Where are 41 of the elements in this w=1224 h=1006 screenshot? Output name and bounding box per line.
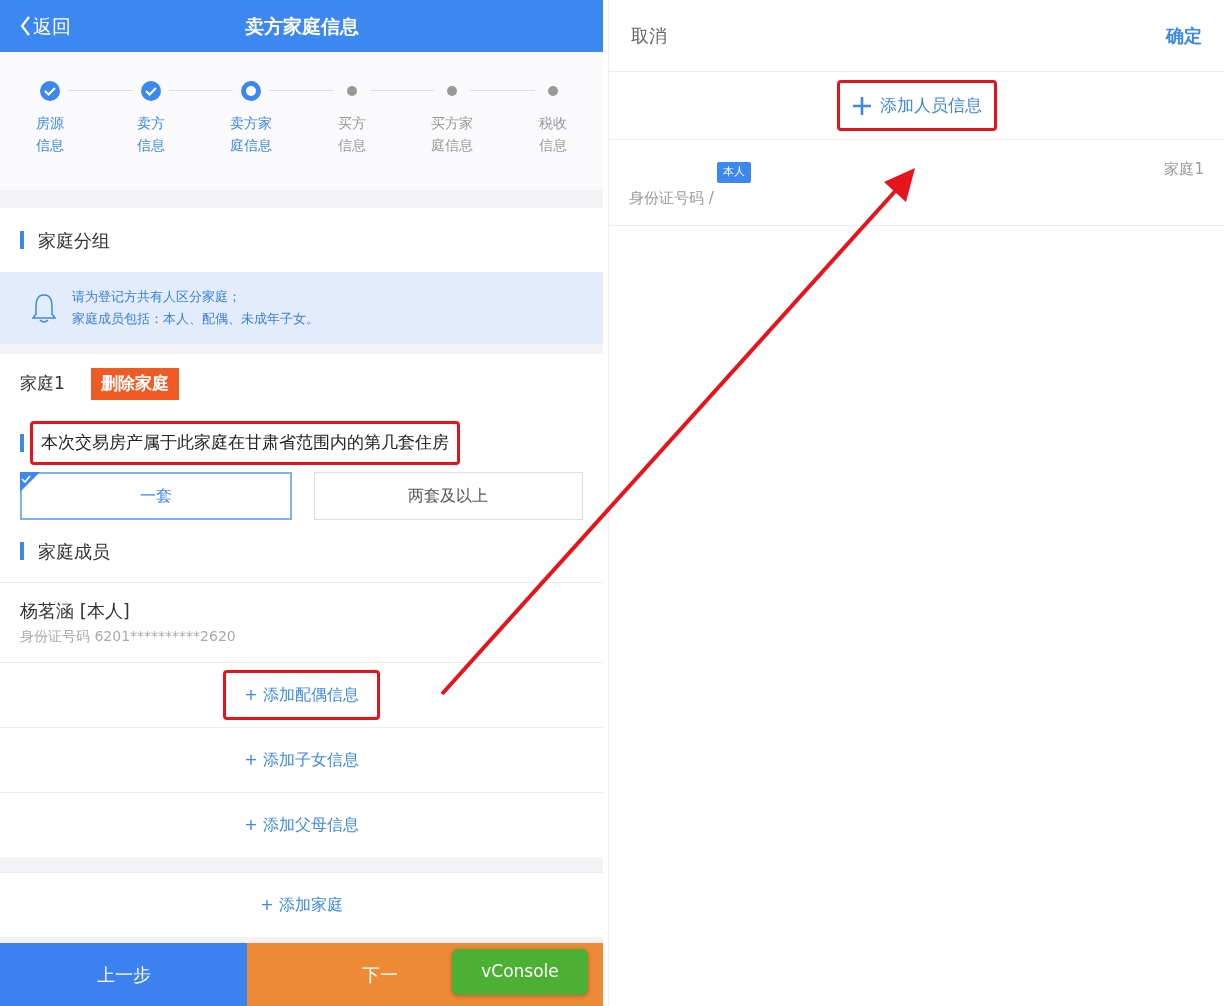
step-label: 卖方信息	[135, 114, 166, 155]
plus-icon	[851, 95, 872, 116]
step-dot-icon	[547, 86, 558, 96]
self-tag: 本人	[717, 162, 751, 183]
check-step-icon	[139, 80, 162, 102]
vconsole-button[interactable]: vConsole	[452, 949, 588, 995]
step-label: 房源信息	[35, 114, 66, 155]
add-link[interactable]: + 添加子女信息	[223, 735, 380, 785]
notice-text: 家庭成员包括：本人、配偶、未成年子女。	[72, 310, 319, 328]
step-label: 买方家庭信息	[430, 114, 475, 155]
add-link[interactable]: + 添加配偶信息	[223, 670, 380, 720]
cancel-button[interactable]: 取消	[631, 22, 667, 49]
section-title: 家庭分组	[38, 228, 110, 253]
back-button[interactable]: 返回	[20, 0, 71, 52]
step-label: 买方信息	[336, 114, 367, 155]
step-dot-icon	[346, 86, 357, 96]
question-text: 本次交易房产属于此家庭在甘肃省范围内的第几套住房	[30, 421, 460, 465]
bell-icon	[30, 292, 58, 324]
step-label: 税收信息	[537, 114, 568, 155]
add-link[interactable]: + 添加父母信息	[223, 800, 380, 850]
id-number-text: 身份证号码 6201**********2620	[20, 627, 237, 646]
page-title: 卖方家庭信息	[244, 13, 359, 39]
add-family-link[interactable]: + 添加家庭	[239, 880, 364, 930]
option-button[interactable]: 一套	[20, 472, 292, 520]
check-step-icon	[39, 80, 62, 102]
delete-family-button[interactable]: 删除家庭	[90, 368, 179, 400]
member-name: 杨茗涵 [本人]	[20, 599, 131, 623]
confirm-button[interactable]: 确定	[1166, 22, 1202, 49]
add-person-button[interactable]: 添加人员信息	[836, 79, 997, 132]
option-button[interactable]: 两套及以上	[313, 472, 583, 520]
step-label: 卖方家庭信息	[229, 114, 274, 155]
step-dot-icon	[447, 86, 458, 96]
check-corner-icon	[20, 472, 40, 492]
notice-text: 请为登记方共有人区分家庭；	[72, 288, 242, 306]
family-label: 家庭1	[1164, 159, 1204, 180]
section-title: 家庭成员	[38, 539, 110, 564]
family-name: 家庭1	[20, 372, 65, 396]
previous-step-button[interactable]: 上一步	[0, 943, 247, 1006]
back-chevron-icon	[20, 16, 31, 36]
current-step-icon	[240, 80, 263, 102]
id-number-text: 身份证号码 /	[629, 187, 715, 209]
